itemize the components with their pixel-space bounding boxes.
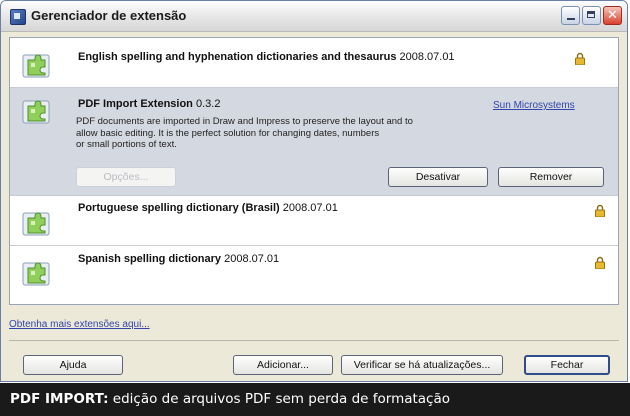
add-button[interactable]: Adicionar... <box>233 355 333 375</box>
extension-row-spanish[interactable]: Spanish spelling dictionary 2008.07.01 <box>10 246 618 304</box>
maximize-button[interactable] <box>582 6 601 25</box>
extension-manager-window: Gerenciador de extensão English spelling… <box>0 0 628 382</box>
title-bar[interactable]: Gerenciador de extensão <box>1 1 627 32</box>
minimize-button[interactable] <box>561 6 580 25</box>
extension-puzzle-icon <box>22 212 50 236</box>
extension-name: PDF Import Extension <box>78 98 193 110</box>
disable-button[interactable]: Desativar <box>388 167 488 187</box>
extension-version: 2008.07.01 <box>399 51 455 63</box>
description-line: PDF documents are imported in Draw and I… <box>76 116 413 127</box>
extension-name: English spelling and hyphenation diction… <box>78 51 397 63</box>
app-icon <box>10 9 26 25</box>
description-line: or small portions of text. <box>76 139 177 150</box>
extension-title: Spanish spelling dictionary 2008.07.01 <box>78 253 279 265</box>
extension-version: 2008.07.01 <box>282 202 338 214</box>
extension-name: Portuguese spelling dictionary (Brasil) <box>78 202 280 214</box>
caption-text: edição de arquivos PDF sem perda de form… <box>108 391 451 407</box>
description-line: allow basic editing. It is the perfect s… <box>76 127 380 139</box>
extension-puzzle-icon <box>22 100 50 124</box>
extension-name: Spanish spelling dictionary <box>78 253 222 265</box>
get-more-extensions-link[interactable]: Obtenha mais extensões aqui... <box>9 319 150 330</box>
remove-button[interactable]: Remover <box>498 167 604 187</box>
check-updates-button[interactable]: Verificar se há atualizações... <box>341 355 503 375</box>
extension-title: PDF Import Extension 0.3.2 <box>78 98 220 110</box>
close-button[interactable]: Fechar <box>524 355 610 375</box>
extension-row-pdf-import[interactable]: PDF Import Extension 0.3.2 Sun Microsyst… <box>10 88 618 196</box>
extension-row-english[interactable]: English spelling and hyphenation diction… <box>10 38 618 88</box>
extension-description: PDF documents are imported in Draw and I… <box>76 116 496 151</box>
help-button[interactable]: Ajuda <box>23 355 123 375</box>
extension-version: 2008.07.01 <box>224 253 280 265</box>
caption-lead: PDF IMPORT: <box>10 391 109 407</box>
extension-version: 0.3.2 <box>195 98 221 110</box>
extension-puzzle-icon <box>22 54 50 78</box>
close-window-button[interactable] <box>603 6 622 25</box>
options-button[interactable]: Opções... <box>76 167 176 187</box>
publisher-link[interactable]: Sun Microsystems <box>493 100 575 111</box>
extension-row-portuguese[interactable]: Portuguese spelling dictionary (Brasil) … <box>10 196 618 246</box>
lock-icon <box>575 52 585 65</box>
lock-icon <box>595 204 605 217</box>
lock-icon <box>595 256 605 269</box>
extension-puzzle-icon <box>22 262 50 286</box>
extension-title: English spelling and hyphenation diction… <box>78 51 455 63</box>
extension-list[interactable]: English spelling and hyphenation diction… <box>9 37 619 305</box>
footer-divider <box>9 340 619 341</box>
extension-title: Portuguese spelling dictionary (Brasil) … <box>78 202 338 214</box>
photo-caption: PDF IMPORT: edição de arquivos PDF sem p… <box>0 383 630 416</box>
window-title: Gerenciador de extensão <box>31 8 187 23</box>
